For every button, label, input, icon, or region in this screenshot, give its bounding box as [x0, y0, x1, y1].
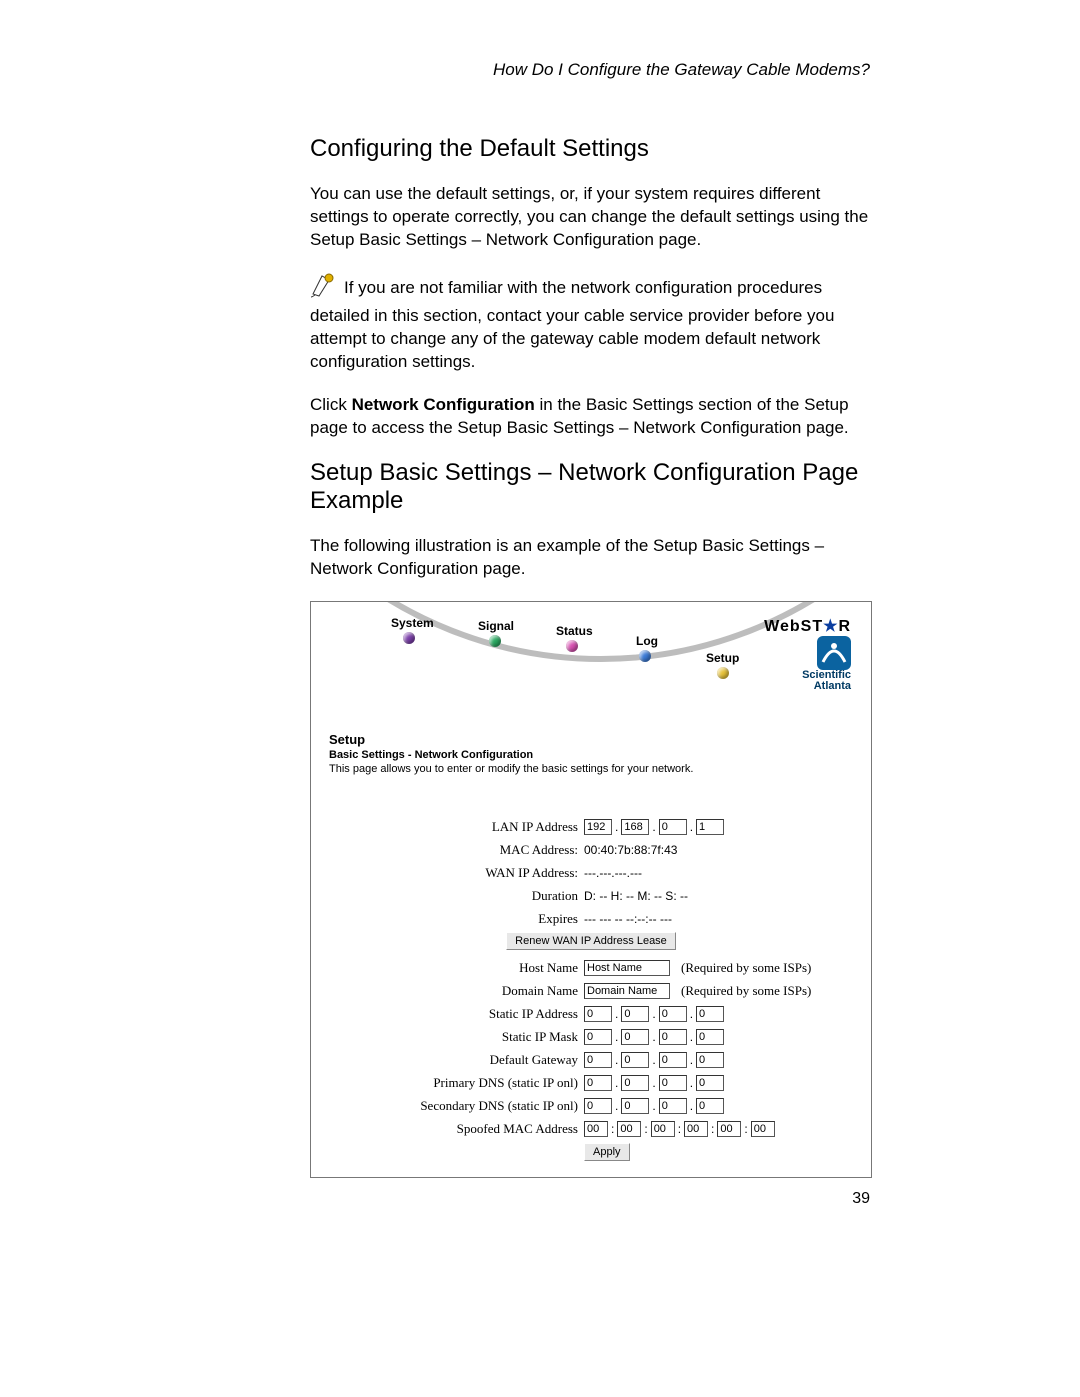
- label-spoof: Spoofed MAC Address: [329, 1121, 584, 1137]
- ip-octet[interactable]: [621, 1052, 649, 1068]
- lan-ip-1[interactable]: [584, 819, 612, 835]
- host-name-input[interactable]: [584, 960, 670, 976]
- tab-system[interactable]: System: [391, 616, 434, 630]
- ip-octet[interactable]: [621, 1029, 649, 1045]
- ip-octet[interactable]: [659, 1098, 687, 1114]
- lan-ip-2[interactable]: [621, 819, 649, 835]
- ip-octet[interactable]: [584, 1052, 612, 1068]
- config-page-screenshot: System Signal Status Log Setup WebST★R: [310, 601, 872, 1178]
- setup-subheading: Basic Settings - Network Configuration: [329, 749, 853, 761]
- static-ip-group: ...: [584, 1006, 724, 1022]
- ip-octet[interactable]: [696, 1006, 724, 1022]
- ip-octet[interactable]: [621, 1006, 649, 1022]
- heading-example: Setup Basic Settings – Network Configura…: [310, 459, 870, 515]
- ip-octet[interactable]: [584, 1098, 612, 1114]
- mac-octet[interactable]: [617, 1121, 641, 1137]
- ip-octet[interactable]: [659, 1029, 687, 1045]
- label-domain: Domain Name: [329, 983, 584, 999]
- spoof-mac-group: :::::: [584, 1121, 775, 1137]
- value-wan-ip: ---.---.---.---: [584, 866, 642, 880]
- logo-swirl-icon: [817, 636, 851, 670]
- mac-octet[interactable]: [751, 1121, 775, 1137]
- ip-octet[interactable]: [584, 1075, 612, 1091]
- note-text: If you are not familiar with the network…: [310, 278, 834, 371]
- ip-octet[interactable]: [659, 1075, 687, 1091]
- ip-octet[interactable]: [584, 1029, 612, 1045]
- ip-octet[interactable]: [584, 1006, 612, 1022]
- renew-button[interactable]: Renew WAN IP Address Lease: [506, 932, 676, 950]
- star-icon: ★: [823, 618, 838, 635]
- dot-setup: [717, 667, 729, 679]
- pdns-group: ...: [584, 1075, 724, 1091]
- value-mac: 00:40:7b:88:7f:43: [584, 843, 677, 857]
- brand-block: WebST★R Scientific Atlanta: [764, 616, 851, 694]
- network-form: LAN IP Address . . . MAC Address: 00:40:…: [329, 815, 853, 1163]
- lan-ip-4[interactable]: [696, 819, 724, 835]
- label-static-ip: Static IP Address: [329, 1006, 584, 1022]
- tab-signal[interactable]: Signal: [478, 619, 514, 633]
- click-instruction: Click Network Configuration in the Basic…: [310, 394, 870, 440]
- dot-system: [403, 632, 415, 644]
- isp-note-host: (Required by some ISPs): [681, 960, 811, 976]
- label-wan-ip: WAN IP Address:: [329, 865, 584, 881]
- ip-octet[interactable]: [696, 1075, 724, 1091]
- ip-octet[interactable]: [696, 1029, 724, 1045]
- logo-scientific-atlanta: Scientific Atlanta: [802, 670, 851, 692]
- note-paragraph: If you are not familiar with the network…: [310, 272, 870, 374]
- label-lan-ip: LAN IP Address: [329, 819, 584, 835]
- tab-status[interactable]: Status: [556, 624, 593, 638]
- ip-octet[interactable]: [659, 1052, 687, 1068]
- bold-network-configuration: Network Configuration: [352, 395, 535, 414]
- domain-name-input[interactable]: [584, 983, 670, 999]
- lan-ip-3[interactable]: [659, 819, 687, 835]
- note-icon: [310, 272, 340, 305]
- isp-note-domain: (Required by some ISPs): [681, 983, 811, 999]
- ip-octet[interactable]: [659, 1006, 687, 1022]
- mac-octet[interactable]: [717, 1121, 741, 1137]
- sdns-group: ...: [584, 1098, 724, 1114]
- dot-log: [639, 650, 651, 662]
- label-host: Host Name: [329, 960, 584, 976]
- label-duration: Duration: [329, 888, 584, 904]
- ip-octet[interactable]: [621, 1075, 649, 1091]
- setup-heading: Setup: [329, 732, 853, 747]
- ip-octet[interactable]: [621, 1098, 649, 1114]
- label-static-mask: Static IP Mask: [329, 1029, 584, 1045]
- apply-button[interactable]: Apply: [584, 1143, 630, 1161]
- heading-configuring: Configuring the Default Settings: [310, 135, 870, 163]
- label-pdns: Primary DNS (static IP onl): [329, 1075, 584, 1091]
- ip-octet[interactable]: [696, 1098, 724, 1114]
- label-mac: MAC Address:: [329, 842, 584, 858]
- ip-octet[interactable]: [696, 1052, 724, 1068]
- logo-webstar: WebST★R: [764, 616, 851, 636]
- label-gateway: Default Gateway: [329, 1052, 584, 1068]
- setup-description: This page allows you to enter or modify …: [329, 763, 853, 775]
- value-duration: D: -- H: -- M: -- S: --: [584, 889, 688, 903]
- mac-octet[interactable]: [651, 1121, 675, 1137]
- static-mask-group: ...: [584, 1029, 724, 1045]
- mac-octet[interactable]: [584, 1121, 608, 1137]
- running-header: How Do I Configure the Gateway Cable Mod…: [310, 60, 870, 80]
- mac-octet[interactable]: [684, 1121, 708, 1137]
- example-paragraph: The following illustration is an example…: [310, 535, 870, 581]
- value-expires: --- --- -- --:--:-- ---: [584, 912, 672, 926]
- label-expires: Expires: [329, 911, 584, 927]
- page-number: 39: [852, 1190, 870, 1208]
- label-sdns: Secondary DNS (static IP onl): [329, 1098, 584, 1114]
- tab-setup[interactable]: Setup: [706, 651, 739, 665]
- tab-log[interactable]: Log: [636, 634, 658, 648]
- intro-paragraph: You can use the default settings, or, if…: [310, 183, 870, 252]
- gateway-group: ...: [584, 1052, 724, 1068]
